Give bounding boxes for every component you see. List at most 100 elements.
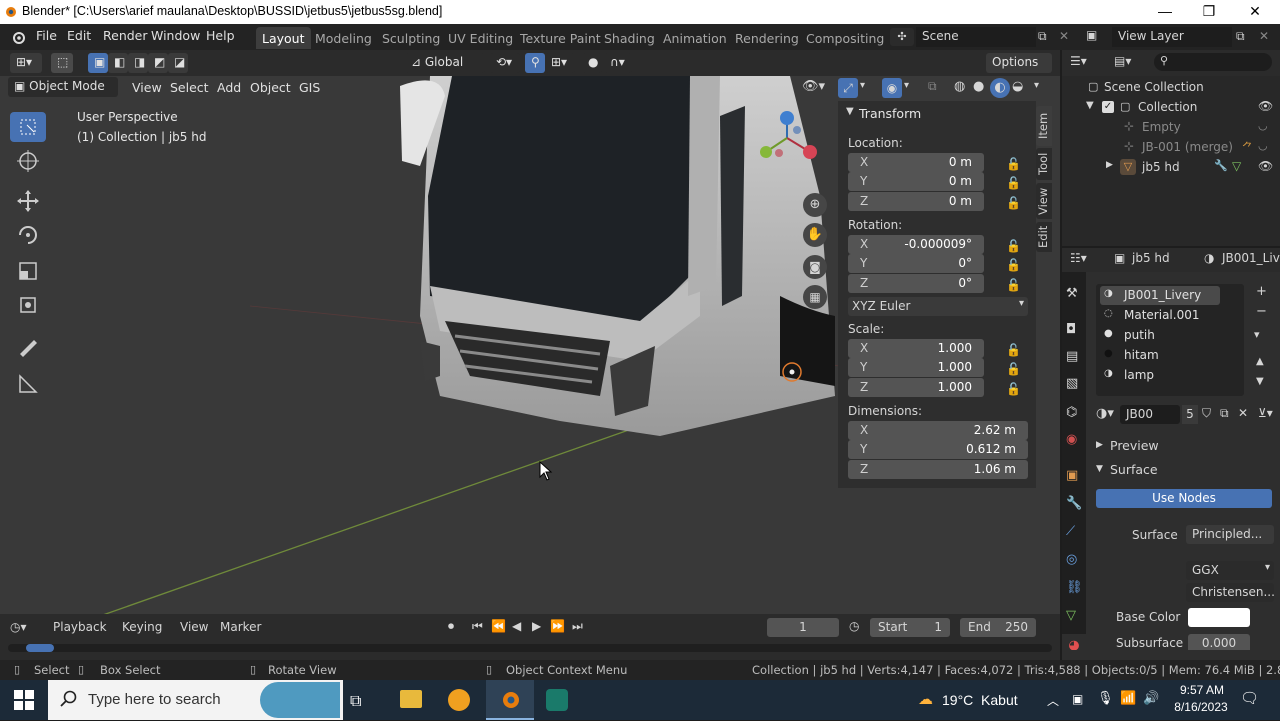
jump-end-icon[interactable]: ⏭: [572, 619, 583, 634]
outliner-row-jb5hd[interactable]: ▶ ▽ jb5 hd 🔧 ▽ 👁: [1062, 157, 1280, 177]
options-dropdown[interactable]: Options: [986, 53, 1052, 73]
ortho-toggle-icon[interactable]: ▦: [803, 285, 827, 309]
tool-settings-icon[interactable]: ⚒: [1066, 286, 1078, 301]
outliner-search-input[interactable]: ⚲: [1154, 53, 1272, 71]
clock-time[interactable]: 9:57 AM: [1172, 683, 1232, 697]
new-view-layer-icon[interactable]: ⧉: [1236, 29, 1245, 44]
eye-icon[interactable]: 👁: [1258, 159, 1273, 173]
jump-start-icon[interactable]: ⏮: [472, 619, 483, 634]
menu-edit[interactable]: Edit: [67, 28, 91, 43]
workspace-tab-layout[interactable]: Layout: [256, 27, 311, 49]
weather-text[interactable]: 19°C Kabut: [942, 692, 1018, 708]
lock-icon[interactable]: 🔓: [1006, 382, 1021, 396]
hidden-eye-icon[interactable]: ◡: [1258, 119, 1268, 132]
material-slot[interactable]: ● putih: [1100, 326, 1218, 345]
xray-toggle-icon[interactable]: ⧉: [928, 79, 937, 94]
menu-help[interactable]: Help: [206, 28, 235, 43]
gizmo-dropdown-icon[interactable]: ▾: [860, 80, 865, 91]
object-properties-icon[interactable]: ▣: [1066, 468, 1078, 483]
move-slot-up-icon[interactable]: ▲: [1256, 356, 1264, 367]
particles-icon[interactable]: ⟋: [1066, 524, 1075, 539]
add-slot-icon[interactable]: +: [1256, 284, 1267, 299]
rotation-mode-dropdown[interactable]: XYZ Euler ▾: [848, 297, 1028, 316]
new-scene-icon[interactable]: ⧉: [1038, 29, 1047, 44]
selection-mode-invert-icon[interactable]: ◩: [148, 53, 168, 73]
selection-mode-new-icon[interactable]: ▣: [88, 53, 108, 73]
pivot-point-icon[interactable]: ⟲▾: [490, 53, 520, 73]
node-link-icon[interactable]: ⊻▾: [1258, 406, 1273, 420]
workspace-tab-sculpting[interactable]: Sculpting: [376, 27, 446, 49]
snap-target-icon[interactable]: ⊞▾: [545, 53, 575, 73]
surface-collapse-icon[interactable]: ▼: [1096, 464, 1103, 474]
wifi-icon[interactable]: 📶: [1120, 691, 1136, 706]
lock-icon[interactable]: 🔓: [1006, 239, 1021, 253]
material-name-field[interactable]: JB00: [1120, 405, 1180, 424]
editor-type-button[interactable]: ⊞▾: [10, 53, 42, 73]
volume-icon[interactable]: 🔊: [1143, 691, 1159, 706]
lock-icon[interactable]: 🔓: [1006, 278, 1021, 292]
rotation-x-field[interactable]: X -0.000009°: [848, 235, 984, 254]
properties-editor-type-icon[interactable]: ☷▾: [1070, 251, 1087, 265]
shading-solid-icon[interactable]: ●: [973, 79, 984, 94]
overlay-dropdown-icon[interactable]: ▾: [904, 80, 909, 91]
lock-icon[interactable]: 🔓: [1006, 196, 1021, 210]
start-frame-field[interactable]: Start 1: [870, 618, 950, 637]
timeline-menu-view[interactable]: View: [180, 620, 208, 634]
object-visibility-icon[interactable]: 👁▾: [802, 79, 825, 94]
tool-move[interactable]: [10, 186, 46, 216]
scale-x-field[interactable]: X 1.000: [848, 339, 984, 358]
physics-icon[interactable]: ◎: [1066, 552, 1077, 567]
workspace-tab-uv-editing[interactable]: UV Editing: [442, 27, 519, 49]
outliner-row-scene-collection[interactable]: ▢ Scene Collection: [1062, 77, 1280, 97]
delete-view-layer-icon[interactable]: ✕: [1259, 29, 1269, 43]
material-slot[interactable]: ◑ lamp: [1100, 366, 1218, 385]
app-taskbar-icon[interactable]: [546, 689, 568, 711]
tool-measure[interactable]: [10, 368, 46, 398]
outliner-row-collection[interactable]: ▼ ✓ ▢ Collection 👁: [1062, 97, 1280, 117]
eye-icon[interactable]: 👁: [1258, 99, 1273, 113]
minimize-button[interactable]: —: [1142, 0, 1188, 24]
scene-settings-icon[interactable]: ⌬: [1066, 405, 1077, 420]
viewport-menu-object[interactable]: Object: [250, 80, 291, 95]
playhead-marker[interactable]: [26, 644, 54, 652]
dimension-z-field[interactable]: Z 1.06 m: [848, 460, 1028, 479]
timeline-scrub-track[interactable]: [8, 644, 1052, 652]
workspace-tab-compositing[interactable]: Compositing: [800, 27, 890, 49]
close-button[interactable]: ✕: [1232, 0, 1278, 24]
menu-file[interactable]: File: [36, 28, 57, 43]
object-data-icon[interactable]: ▽: [1066, 608, 1076, 623]
lock-icon[interactable]: 🔓: [1006, 362, 1021, 376]
duplicate-material-icon[interactable]: ⧉: [1220, 406, 1229, 421]
notification-icon[interactable]: 🗨: [1240, 689, 1259, 707]
object-mode-dropdown[interactable]: ▣ Object Mode: [8, 77, 118, 97]
tool-rotate[interactable]: [10, 220, 46, 250]
play-icon[interactable]: ▶: [532, 619, 541, 633]
viewport-menu-view[interactable]: View: [132, 80, 162, 95]
timeline-menu-keying[interactable]: Keying: [122, 620, 162, 634]
constraints-icon[interactable]: ⛓: [1066, 580, 1083, 595]
scale-y-field[interactable]: Y 1.000: [848, 358, 984, 377]
workspace-tab-texture-paint[interactable]: Texture Paint: [514, 27, 607, 49]
preview-expand-icon[interactable]: ▶: [1096, 440, 1103, 450]
material-users-count[interactable]: 5: [1182, 405, 1198, 424]
distribution-dropdown[interactable]: GGX ▾: [1186, 561, 1274, 580]
output-settings-icon[interactable]: ▤: [1066, 349, 1078, 364]
camera-view-icon[interactable]: ◙: [803, 255, 827, 279]
view-layer-icon[interactable]: ▧: [1066, 376, 1078, 391]
proportional-edit-icon[interactable]: ●: [582, 53, 602, 73]
scale-z-field[interactable]: Z 1.000: [848, 378, 984, 397]
workspace-tab-shading[interactable]: Shading: [598, 27, 661, 49]
windows-start-icon[interactable]: [14, 690, 34, 710]
viewport-menu-add[interactable]: Add: [217, 80, 241, 95]
current-frame-field[interactable]: 1: [767, 618, 839, 637]
snap-toggle-icon[interactable]: ⚲: [525, 53, 545, 73]
subsurface-method-dropdown[interactable]: Christensen...: [1186, 583, 1275, 602]
display-mode-icon[interactable]: ▤▾: [1114, 54, 1131, 68]
rotation-z-field[interactable]: Z 0°: [848, 274, 984, 293]
end-frame-field[interactable]: End 250: [960, 618, 1036, 637]
view-layer-browse-icon[interactable]: ▣: [1086, 28, 1097, 42]
modifier-properties-icon[interactable]: 🔧: [1066, 496, 1082, 511]
tool-annotate[interactable]: [10, 332, 46, 362]
next-keyframe-icon[interactable]: ⏩: [550, 619, 565, 633]
transform-orientation-dropdown[interactable]: ⊿ Global: [405, 53, 485, 73]
